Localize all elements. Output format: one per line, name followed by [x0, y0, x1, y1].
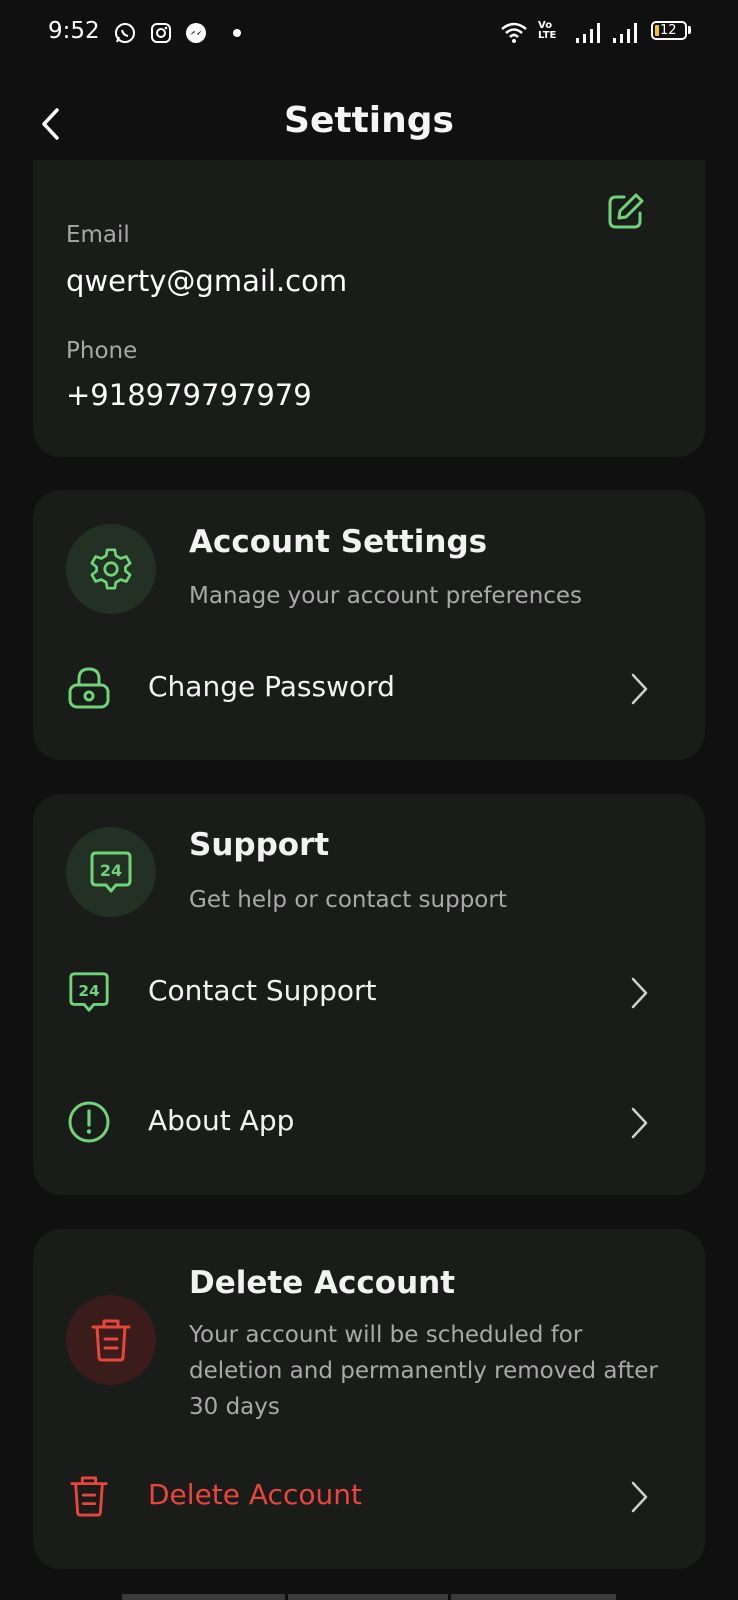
nav-handle-right: [451, 1594, 616, 1600]
signal-icon-1: [576, 23, 600, 43]
email-label: Email: [66, 222, 130, 248]
support-title: Support: [189, 827, 330, 863]
notification-dot: [233, 29, 241, 37]
change-password-label: Change Password: [148, 670, 395, 703]
trash-icon: [91, 1319, 131, 1362]
email-value: qwerty@gmail.com: [66, 264, 348, 298]
contact-support-label: Contact Support: [148, 974, 377, 1007]
account-settings-title: Account Settings: [189, 524, 488, 560]
edit-icon: [608, 193, 644, 229]
chevron-right-icon: [631, 1107, 648, 1139]
about-app-label: About App: [148, 1104, 295, 1137]
delete-account-label: Delete Account: [148, 1478, 362, 1511]
lock-icon: [65, 664, 113, 712]
battery-level: [655, 25, 659, 36]
support-icon-circle: 24: [66, 827, 156, 917]
trash-icon: [65, 1472, 113, 1520]
volte-indicator: Vo LTE: [538, 21, 556, 41]
phone-value: +918979797979: [66, 378, 312, 412]
chevron-right-icon: [631, 1481, 648, 1513]
support-24-icon: 24: [90, 851, 132, 893]
account-settings-subtitle: Manage your account preferences: [189, 583, 583, 609]
delete-account-title: Delete Account: [189, 1265, 456, 1301]
about-app-row[interactable]: About App: [33, 1082, 705, 1162]
wifi-icon: [501, 22, 527, 43]
page-title: Settings: [284, 100, 454, 141]
battery-percent: 12: [660, 23, 677, 38]
svg-text:24: 24: [100, 861, 122, 880]
phone-label: Phone: [66, 338, 138, 364]
delete-account-row[interactable]: Delete Account: [33, 1456, 705, 1536]
profile-card: Email qwerty@gmail.com Phone +9189797979…: [33, 160, 705, 457]
chevron-right-icon: [631, 977, 648, 1009]
edit-profile-button[interactable]: [603, 188, 649, 234]
whatsapp-icon: [115, 23, 135, 43]
signal-icon-2: [613, 23, 637, 43]
status-time: 9:52: [48, 18, 100, 44]
battery-nub: [688, 26, 691, 34]
nav-handle-left: [122, 1594, 285, 1600]
account-settings-icon-circle: [66, 524, 156, 614]
support-card: 24 Support Get help or contact support 2…: [33, 794, 705, 1195]
nav-handle-center: [288, 1594, 448, 1600]
battery-icon: 12: [651, 21, 687, 40]
change-password-row[interactable]: Change Password: [33, 648, 705, 728]
info-icon: [65, 1098, 113, 1146]
support-24-icon: 24: [65, 968, 113, 1016]
contact-support-row[interactable]: 24 Contact Support: [33, 952, 705, 1032]
volte-bottom: LTE: [538, 30, 557, 41]
account-settings-card: Account Settings Manage your account pre…: [33, 490, 705, 760]
messenger-icon: [186, 23, 206, 43]
support-subtitle: Get help or contact support: [189, 887, 507, 913]
chevron-right-icon: [631, 673, 648, 705]
svg-text:24: 24: [78, 982, 99, 1000]
delete-account-card: Delete Account Your account will be sche…: [33, 1229, 705, 1569]
status-bar: 9:52 Vo LTE 12: [0, 0, 738, 66]
gear-icon: [90, 548, 132, 590]
delete-account-subtitle: Your account will be scheduled for delet…: [189, 1322, 658, 1420]
delete-icon-circle: [66, 1295, 156, 1385]
instagram-icon: [151, 23, 171, 43]
